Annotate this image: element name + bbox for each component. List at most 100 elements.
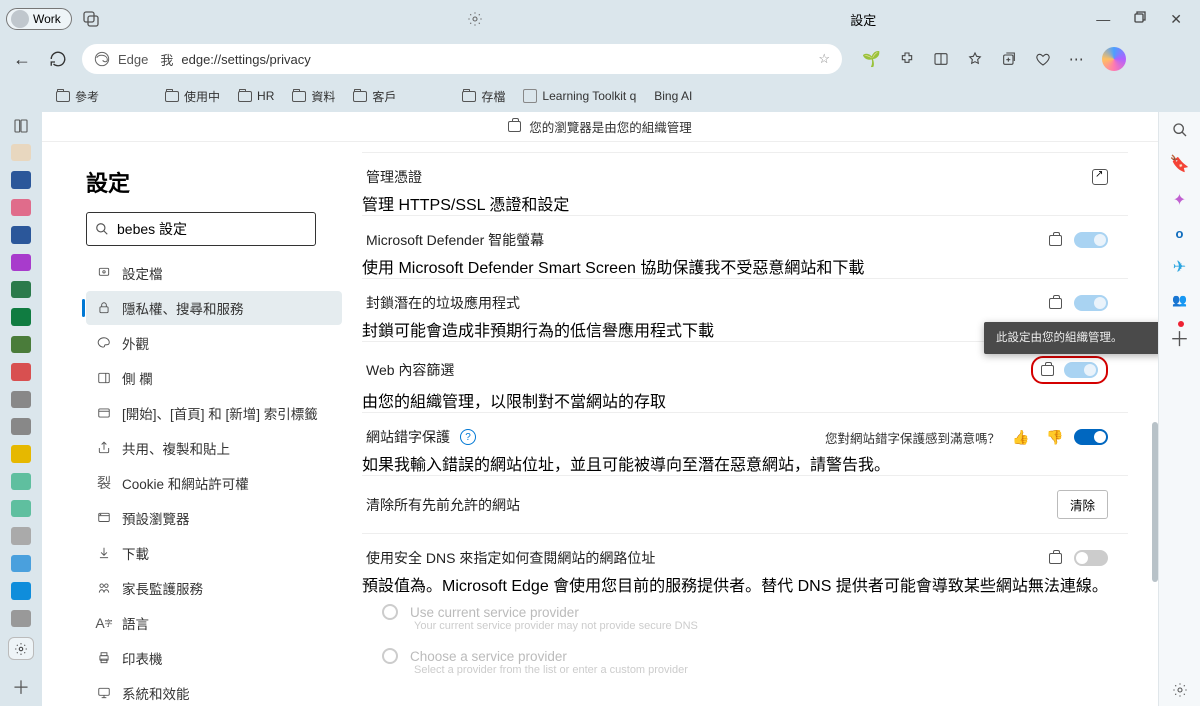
sidebar-plus-icon[interactable]: ＋ [1170,329,1190,351]
vertical-tab-14[interactable] [11,500,31,517]
sidebar-teams-icon[interactable]: 👥 [1172,293,1187,307]
split-screen-icon[interactable] [933,51,949,67]
settings-search[interactable] [86,212,316,246]
copilot-icon[interactable] [1102,47,1126,71]
vertical-tab-12[interactable] [11,445,31,462]
fav-folder-2[interactable]: 使用中 [165,88,220,105]
sidebar-tools-icon[interactable]: ✦ [1173,190,1186,210]
vertical-tab-7[interactable] [11,308,31,325]
vertical-tab-3[interactable] [11,199,31,216]
minimize-button[interactable]: ― [1096,11,1110,28]
webfilter-toggle[interactable] [1064,362,1098,378]
extensions-icon[interactable] [899,51,915,67]
vertical-tab-strip: ＋ [0,112,42,706]
vertical-tab-2[interactable] [11,171,31,188]
nav-default-browser[interactable]: 預設瀏覽器 [86,501,342,535]
vertical-tab-13[interactable] [11,473,31,490]
settings-search-input[interactable] [117,221,307,237]
defender-title: Microsoft Defender 智能螢幕 [366,230,1037,250]
browser-icon [96,510,112,526]
group-typo: 網站錯字保護 ? 您對網站錯字保護感到滿意嗎？ 👍 👎 如果我輸入錯誤的網站位址… [362,412,1128,475]
vertical-tab-17[interactable] [11,582,31,599]
address-bar[interactable]: Edge 我 edge://settings/privacy ☆ [82,44,842,74]
group-dns: 使用安全 DNS 來指定如何查閱網站的網路位址 預設值為。Microsoft E… [362,533,1128,676]
favorites-icon[interactable] [967,51,983,67]
managed-banner: 您的瀏覽器是由您的組織管理 [42,112,1158,142]
nav-share[interactable]: 共用、複製和貼上 [86,431,342,465]
sidebar-telegram-icon[interactable]: ✈ [1173,257,1186,277]
fav-folder-6[interactable]: 存檔 [462,88,505,105]
settings-panel: 管理憑證 管理 HTTPS/SSL 憑證和設定 Microsoft Defend… [362,142,1158,706]
new-tab-button[interactable]: ＋ [8,674,34,700]
tab-actions-icon[interactable] [13,118,29,134]
nav-languages[interactable]: A字語言 [86,606,342,640]
fav-folder-4[interactable]: 資料 [292,88,335,105]
nav-sidebar[interactable]: 側 欄 [86,361,342,395]
edge-logo-icon [94,51,110,67]
vertical-tab-5[interactable] [11,254,31,271]
nav-system[interactable]: 系統和效能 [86,676,342,706]
vertical-tab-15[interactable] [11,527,31,544]
fav-folder-1[interactable]: 參考 [56,88,99,105]
extension-icon-1[interactable]: 🌱 [862,50,881,68]
sidebar-settings-icon[interactable] [1172,682,1188,698]
webfilter-title: Web 內容篩選 [366,360,1019,380]
nav-profiles[interactable]: 設定檔 [86,256,342,290]
radio-icon [382,604,398,620]
refresh-button[interactable] [46,47,70,71]
thumbs-up-icon[interactable]: 👍 [1012,429,1028,445]
nav-printers[interactable]: 印表機 [86,641,342,675]
external-link-icon[interactable] [1092,169,1108,185]
defender-toggle[interactable] [1074,232,1108,248]
defender-desc: 使用 Microsoft Defender Smart Screen 協助保護我… [362,254,1128,278]
system-icon [96,685,112,701]
vertical-tab-settings-active[interactable] [8,637,34,660]
nav-appearance[interactable]: 外觀 [86,326,342,360]
nav-start[interactable]: [開始]、[首頁] 和 [新增] 索引標籤 [86,396,342,430]
sidebar-outlook-icon[interactable]: o [1176,226,1184,241]
managed-tooltip: 此設定由您的組織管理。 [984,322,1158,354]
vertical-tab-8[interactable] [11,336,31,353]
more-menu-icon[interactable]: ⋯ [1069,50,1084,68]
window-title: 設定 [850,10,876,29]
help-icon[interactable]: ? [460,429,476,445]
typo-toggle[interactable] [1074,429,1108,445]
main-content: 您的瀏覽器是由您的組織管理 設定 設定檔 隱私權、搜尋和服務 外觀 側 欄 [開… [42,112,1158,706]
maximize-button[interactable] [1134,11,1146,28]
fav-link-8[interactable]: Bing AI [654,89,692,103]
nav-cookies[interactable]: 裂Cookie 和網站許可權 [86,466,342,500]
browser-essentials-icon[interactable] [1035,51,1051,67]
nav-downloads[interactable]: 下載 [86,536,342,570]
back-button[interactable]: ← [10,47,34,71]
vertical-tab-10[interactable] [11,391,31,408]
sidebar-shopping-icon[interactable]: 🔖 [1170,154,1190,174]
fav-link-7[interactable]: Learning Toolkit q [523,89,636,103]
vertical-tab-11[interactable] [11,418,31,435]
vertical-tab-1[interactable] [11,144,31,161]
thumbs-down-icon[interactable]: 👎 [1046,429,1062,445]
clear-button[interactable]: 清除 [1057,490,1108,519]
vertical-tab-18[interactable] [11,610,31,627]
folder-icon [56,91,70,102]
dns-opt-current-label: Use current service provider [410,605,579,620]
vertical-tab-9[interactable] [11,363,31,380]
nav-privacy[interactable]: 隱私權、搜尋和服務 [86,291,342,325]
dns-opt-current-desc: Your current service provider may not pr… [362,620,1128,640]
vertical-tab-4[interactable] [11,226,31,243]
dns-toggle[interactable] [1074,550,1108,566]
sidebar-search-icon[interactable] [1172,122,1188,138]
pua-toggle[interactable] [1074,295,1108,311]
managed-briefcase-icon [1049,298,1062,309]
fav-folder-3[interactable]: HR [238,89,274,103]
fav-folder-5[interactable]: 客戶 [353,88,396,105]
vertical-tab-16[interactable] [11,555,31,572]
webfilter-desc: 由您的組織管理，以限制對不當網站的存取 [362,388,1128,412]
profile-switcher[interactable]: Work [6,8,72,30]
top-settings-icon[interactable] [467,11,483,27]
favorite-star-icon[interactable]: ☆ [818,51,830,67]
workspaces-icon[interactable] [82,10,100,28]
vertical-tab-6[interactable] [11,281,31,298]
collections-icon[interactable] [1001,51,1017,67]
close-button[interactable]: ✕ [1170,11,1182,28]
nav-family[interactable]: 家長監護服務 [86,571,342,605]
